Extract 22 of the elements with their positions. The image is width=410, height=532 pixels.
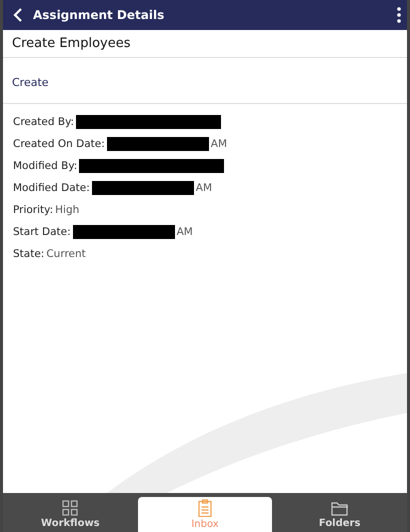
field-label: State:: [13, 248, 44, 260]
back-icon[interactable]: [13, 8, 23, 22]
field-value: AM: [210, 138, 228, 150]
page-title: Create Employees: [3, 30, 407, 58]
field-value: Current: [46, 248, 86, 260]
field-value: High: [55, 204, 80, 216]
field-label: Priority:: [13, 204, 54, 216]
field-label: Modified Date:: [13, 182, 90, 194]
create-link[interactable]: Create: [12, 76, 49, 89]
more-icon[interactable]: [397, 7, 401, 23]
clipboard-icon: [198, 499, 212, 517]
header-title: Assignment Details: [33, 8, 164, 22]
field-label: Created On Date:: [13, 138, 105, 150]
nav-tab[interactable]: Workflows: [3, 497, 138, 532]
grid-icon: [62, 500, 78, 516]
field-value: AM: [176, 226, 193, 238]
field-label: Start Date:: [13, 226, 71, 238]
field-label: Modified By:: [13, 160, 78, 172]
nav-tab[interactable]: Folders: [272, 497, 407, 532]
field-value: AM: [196, 182, 212, 194]
folder-icon: [330, 500, 349, 516]
field-label: Created By:: [13, 116, 74, 128]
